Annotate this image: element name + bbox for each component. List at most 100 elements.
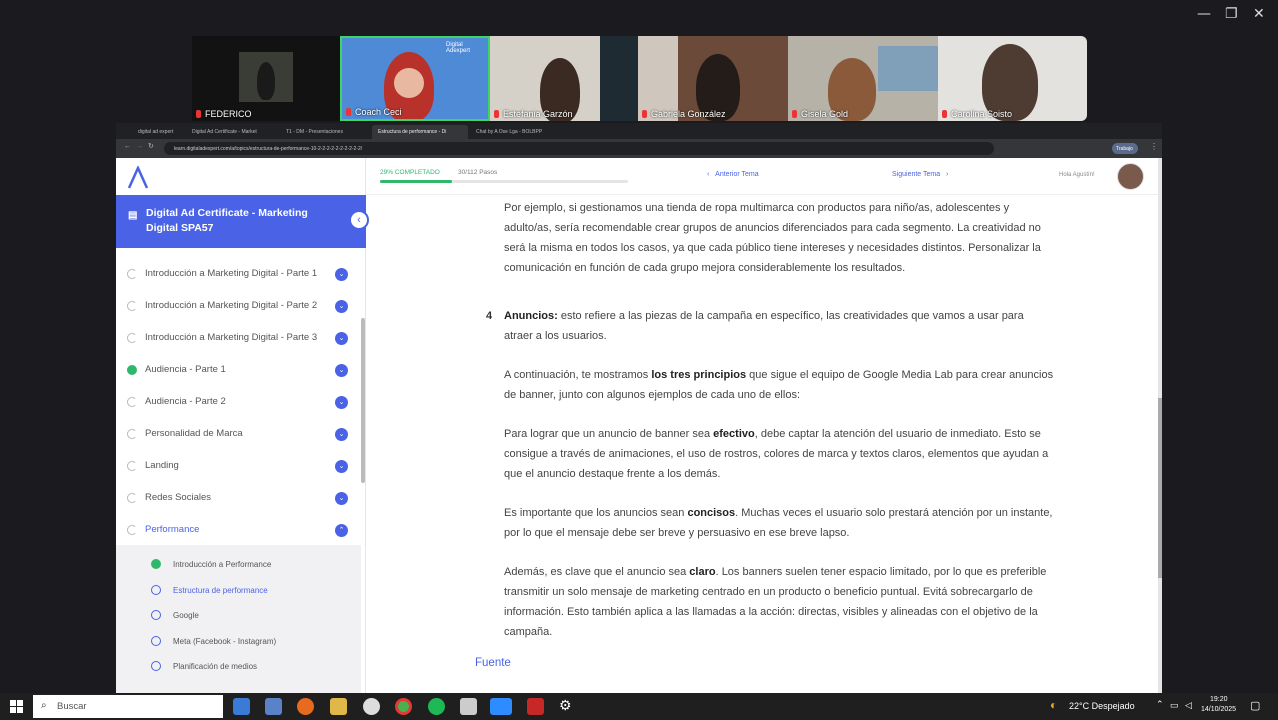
clock-time[interactable]: 19:20: [1210, 696, 1228, 703]
avatar[interactable]: [1117, 163, 1144, 190]
address-bar-row: ← → ↻ learn.digitaladexpert.com/a/topics…: [116, 139, 1162, 158]
folder-icon[interactable]: [330, 698, 347, 715]
progress-circle-icon: [127, 493, 137, 503]
subtopic-list: Introducción a Performance Estructura de…: [116, 545, 361, 693]
module-item[interactable]: Audiencia - Parte 2 ⌄: [116, 387, 366, 419]
sidebar-scrollbar[interactable]: [361, 318, 365, 483]
video-tile-coach-ceci[interactable]: Digital Adexpert Coach Ceci: [340, 36, 490, 121]
progress-circle-icon: [127, 525, 137, 535]
chevron-down-icon[interactable]: ⌄: [335, 396, 348, 409]
video-tile-gisela[interactable]: Gisela Gold: [788, 36, 938, 121]
user-greeting: Hola Agustín!: [1059, 172, 1095, 178]
logo-icon[interactable]: [126, 166, 150, 190]
circle-icon: [151, 610, 161, 620]
module-item[interactable]: Introducción a Marketing Digital - Parte…: [116, 259, 366, 291]
circle-icon: [151, 585, 161, 595]
course-title-banner: ▤ Digital Ad Certificate - Marketing Dig…: [116, 195, 366, 248]
paragraph: Por ejemplo, si gestionamos una tienda d…: [504, 202, 1041, 274]
progress-fill: [380, 180, 452, 183]
list-number: 4: [486, 310, 493, 322]
page-scrollbar[interactable]: [1158, 158, 1162, 693]
chevron-down-icon[interactable]: ⌄: [335, 300, 348, 313]
progress-steps: 30/112 Pasos: [458, 169, 498, 176]
chevron-down-icon[interactable]: ⌄: [335, 492, 348, 505]
video-tile-estefania[interactable]: Estefania Garzón: [490, 36, 638, 121]
prev-topic-link[interactable]: ‹ Anterior Tema: [707, 171, 759, 178]
network-icon[interactable]: ▭: [1170, 700, 1179, 711]
module-item-active[interactable]: Performance ⌃: [116, 515, 366, 547]
subtopic-item[interactable]: Google: [116, 602, 361, 627]
video-tile-carolina[interactable]: Carolina Soisto: [938, 36, 1087, 121]
module-item[interactable]: Redes Sociales ⌄: [116, 483, 366, 515]
participant-name: Gisela Gold: [801, 109, 849, 119]
app-icon[interactable]: [527, 698, 544, 715]
search-box[interactable]: ⌕ Buscar: [33, 695, 223, 718]
chevron-down-icon[interactable]: ⌄: [335, 332, 348, 345]
course-sidebar: ▤ Digital Ad Certificate - Marketing Dig…: [116, 158, 369, 693]
windows-start-icon[interactable]: [10, 700, 23, 713]
chevron-down-icon[interactable]: ⌄: [335, 268, 348, 281]
lesson-content: Por ejemplo, si gestionamos una tienda d…: [366, 195, 1156, 693]
chevron-down-icon[interactable]: ⌄: [335, 428, 348, 441]
subtopic-item[interactable]: Planificación de medios: [116, 653, 361, 678]
settings-icon[interactable]: ⚙: [559, 697, 572, 714]
chevron-up-icon[interactable]: ⌃: [335, 524, 348, 537]
firefox-icon[interactable]: [297, 698, 314, 715]
close-button[interactable]: ✕: [1253, 6, 1265, 22]
source-link[interactable]: Fuente: [475, 653, 511, 673]
module-item[interactable]: Introducción a Marketing Digital - Parte…: [116, 291, 366, 323]
progress-bar: [380, 180, 628, 183]
reload-icon[interactable]: ↻: [148, 142, 154, 150]
participant-name: Coach Ceci: [355, 107, 402, 117]
clock-date[interactable]: 14/10/2025: [1201, 706, 1236, 713]
volume-icon[interactable]: ◁: [1185, 700, 1192, 711]
shared-browser-window: digital ad expert Digital Ad Certificate…: [116, 123, 1162, 693]
chevron-down-icon[interactable]: ⌄: [335, 364, 348, 377]
browser-tab-active[interactable]: Estructura de performance - Di: [372, 125, 468, 139]
avatar: [239, 52, 293, 102]
chrome-icon[interactable]: [395, 698, 412, 715]
completed-icon: [151, 559, 161, 569]
participant-name: Carolina Soisto: [951, 109, 1013, 119]
next-topic-link[interactable]: Siguiente Tema ›: [892, 171, 948, 178]
tray-chevron-icon[interactable]: ⌃: [1156, 699, 1164, 710]
module-item[interactable]: Introducción a Marketing Digital - Parte…: [116, 323, 366, 355]
paragraph: Para lograr que un anuncio de banner sea…: [504, 428, 1049, 480]
clock-app-icon[interactable]: [363, 698, 380, 715]
task-view-icon[interactable]: [233, 698, 250, 715]
spotify-icon[interactable]: [428, 698, 445, 715]
document-app-icon[interactable]: [265, 698, 282, 715]
video-tile-federico[interactable]: FEDERICO: [192, 36, 340, 121]
url-field[interactable]: learn.digitaladexpert.com/a/topics/estru…: [164, 142, 994, 155]
zoom-icon[interactable]: [490, 698, 512, 715]
forward-icon[interactable]: →: [136, 143, 143, 150]
circle-icon: [151, 636, 161, 646]
minimize-button[interactable]: —: [1197, 6, 1211, 22]
browser-tab[interactable]: digital ad expert: [132, 125, 176, 139]
restore-button[interactable]: ❐: [1225, 6, 1238, 22]
participant-name: Estefania Garzón: [503, 109, 573, 119]
participant-name: Gabriela González: [651, 109, 726, 119]
notification-icon[interactable]: ▢: [1250, 699, 1260, 712]
weather-text[interactable]: 22°C Despejado: [1069, 701, 1135, 711]
menu-icon[interactable]: ⋮: [1150, 142, 1158, 151]
completed-icon: [127, 365, 137, 375]
module-item[interactable]: Audiencia - Parte 1 ⌄: [116, 355, 366, 387]
video-tile-gabriela[interactable]: Gabriela González: [638, 36, 788, 121]
document-icon: ▤: [128, 210, 138, 221]
lms-page: ▤ Digital Ad Certificate - Marketing Dig…: [116, 158, 1162, 693]
browser-tab[interactable]: Chat by A Ose Lga - BOLBPP: [470, 125, 554, 139]
browser-tab[interactable]: T1 - DM - Presentaciones: [280, 125, 372, 139]
browser-tab[interactable]: Digital Ad Certificate - Market: [186, 125, 278, 139]
subtopic-item[interactable]: Meta (Facebook - Instagram): [116, 628, 361, 653]
chevron-down-icon[interactable]: ⌄: [335, 460, 348, 473]
back-icon[interactable]: ←: [124, 143, 131, 150]
paragraph: Anuncios: esto refiere a las piezas de l…: [504, 310, 1024, 342]
profile-button[interactable]: Trabajo: [1112, 143, 1138, 154]
module-item[interactable]: Personalidad de Marca ⌄: [116, 419, 366, 451]
subtopic-item-active[interactable]: Estructura de performance: [116, 577, 361, 602]
module-item[interactable]: Landing ⌄: [116, 451, 366, 483]
subtopic-item[interactable]: Introducción a Performance: [116, 551, 361, 576]
store-icon[interactable]: [460, 698, 477, 715]
course-title: Digital Ad Certificate - Marketing Digit…: [146, 207, 308, 234]
